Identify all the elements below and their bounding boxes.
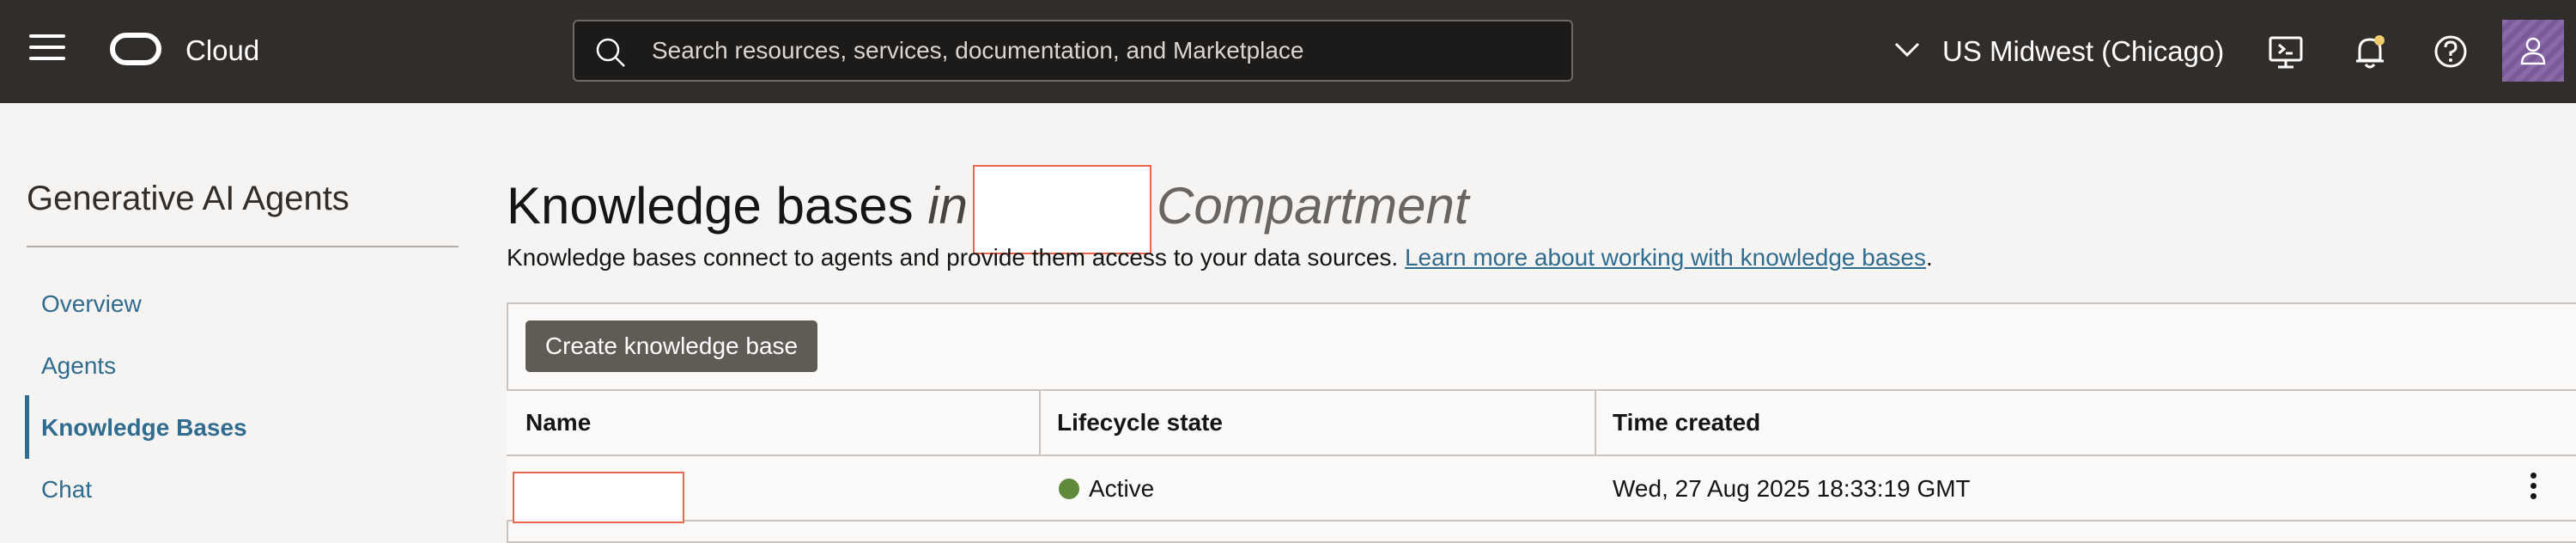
chevron-down-icon[interactable] [1894,41,1920,58]
cloud-shell-icon[interactable] [2267,33,2305,70]
hamburger-menu-icon[interactable] [29,34,65,69]
sidebar-item-overview[interactable]: Overview [41,289,142,320]
sidebar-item-knowledge-bases[interactable]: Knowledge Bases [41,412,247,443]
help-icon[interactable] [2432,33,2470,70]
status-active-dot-icon [1059,479,1079,499]
row-actions-kebab-icon[interactable] [2523,473,2543,507]
create-knowledge-base-button[interactable]: Create knowledge base [526,320,817,372]
search-icon [596,38,625,67]
column-header-time-created[interactable]: Time created [1613,391,1760,455]
page-title-text: Knowledge bases [507,176,914,235]
table-row [507,456,2576,522]
user-icon [2520,37,2546,65]
lifecycle-state-value: Active [1089,475,1155,502]
column-divider [1595,389,1596,456]
user-avatar[interactable] [2502,20,2564,82]
sidebar-title: Generative AI Agents [27,180,349,217]
search-placeholder: Search resources, services, documentatio… [652,37,1304,64]
sidebar-item-chat[interactable]: Chat [41,474,92,505]
knowledge-base-name-link-redacted[interactable] [513,472,684,523]
search-input[interactable]: Search resources, services, documentatio… [573,20,1573,82]
table-header: Name Lifecycle state Time created [507,389,2576,456]
top-navigation-bar: Cloud Search resources, services, docume… [0,0,2576,103]
description-end: . [1926,244,1933,271]
description-text: Knowledge bases connect to agents and pr… [507,244,1405,271]
page-description: Knowledge bases connect to agents and pr… [507,242,1933,273]
learn-more-link[interactable]: Learn more about working with knowledge … [1405,244,1926,271]
sidebar-active-indicator [25,395,29,459]
region-selector[interactable]: US Midwest (Chicago) [1942,31,2224,72]
brand-label[interactable]: Cloud [185,33,259,69]
page-title: Knowledge bases in Compartment [507,165,1469,254]
column-header-name[interactable]: Name [526,391,591,455]
sidebar-item-agents[interactable]: Agents [41,351,116,381]
notifications-bell-icon[interactable] [2351,33,2389,70]
page-title-compartment: Compartment [1157,176,1469,235]
sidebar-divider [27,246,459,247]
column-header-lifecycle-state[interactable]: Lifecycle state [1057,391,1223,455]
oracle-logo-icon[interactable] [110,33,161,65]
page-title-in: in [927,176,969,235]
time-created-value: Wed, 27 Aug 2025 18:33:19 GMT [1613,475,1971,502]
compartment-name-redacted [973,165,1152,254]
